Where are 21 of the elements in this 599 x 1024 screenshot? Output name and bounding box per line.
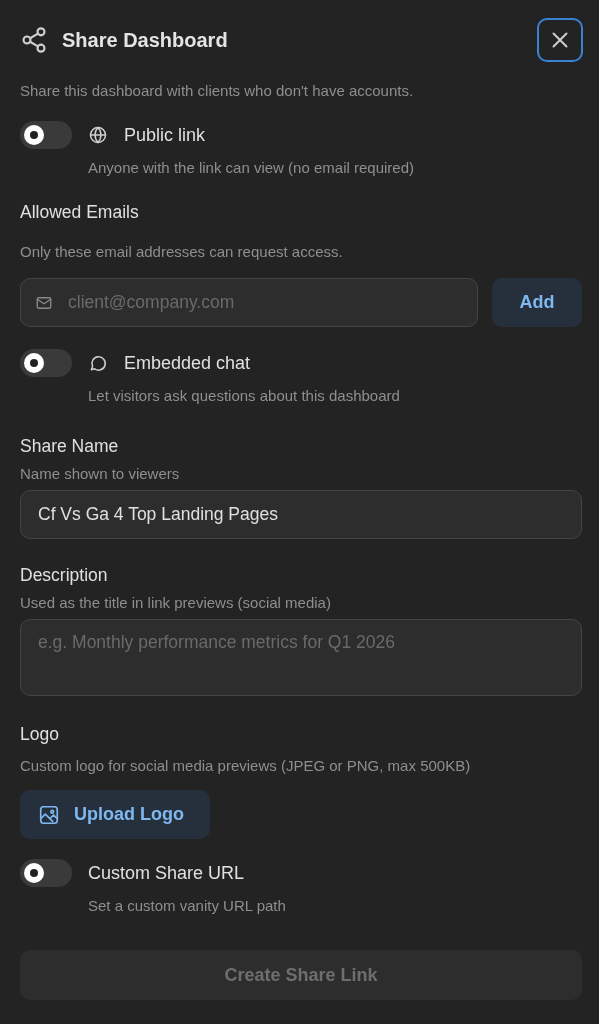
section-hint: Only these email addresses can request access. (20, 243, 344, 260)
toggle-description: Let visitors ask questions about this dashboard (88, 387, 401, 404)
toggle-label: Custom Share URL (88, 862, 245, 884)
section-heading: Description (20, 565, 109, 586)
toggle-description: Anyone with the link can view (no email required) (88, 159, 415, 176)
section-heading: Allowed Emails (20, 202, 140, 223)
description-field[interactable]: e.g. Monthly performance metrics for Q1 2026 (20, 619, 582, 696)
section-hint: Name shown to viewers (20, 465, 181, 482)
toggle-label: Public link (124, 124, 206, 146)
dialog-subtitle: Share this dashboard with clients who don't have accounts. (20, 82, 415, 99)
toggle-description: Set a custom vanity URL path (88, 897, 287, 914)
share-name-field[interactable]: Cf Vs Ga 4 Top Landing Pages (20, 490, 582, 539)
section-heading: Share Name (20, 436, 120, 457)
email-field[interactable]: client@company.com (20, 278, 478, 327)
section-heading: Logo (20, 724, 60, 745)
section-hint: Used as the title in link previews (social media) (20, 594, 332, 611)
section-hint: Custom logo for social media previews (JPEG or PNG, max 500KB) (20, 757, 472, 774)
upload-logo-button[interactable]: Upload Logo (20, 790, 210, 839)
dialog-title: Share Dashboard (62, 28, 229, 52)
toggle-label: Embedded chat (124, 352, 251, 374)
add-button[interactable]: Add (492, 278, 582, 327)
